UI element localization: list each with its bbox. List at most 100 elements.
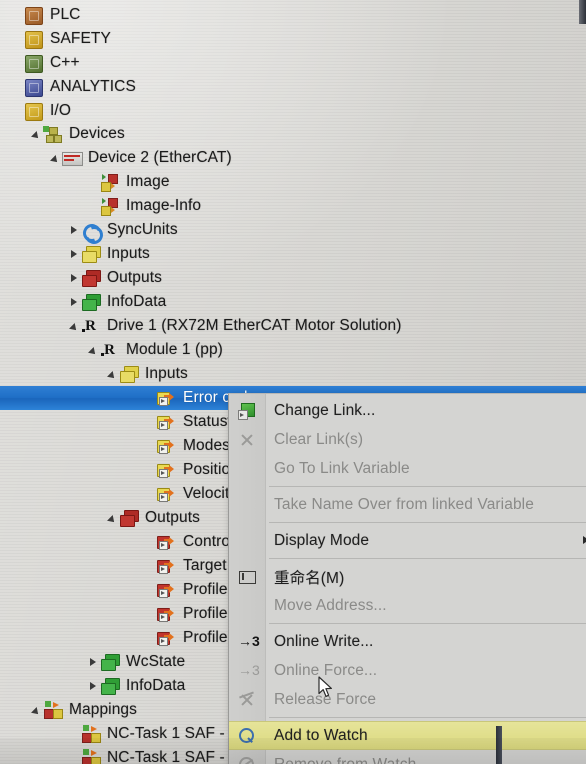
menu-item[interactable]: 重命名(M) <box>229 562 586 591</box>
tree-item[interactable]: I/O <box>0 99 586 123</box>
output-var-icon <box>157 605 176 623</box>
tree-item-label: ANALYTICS <box>50 78 136 95</box>
tree-item-label: Module 1 (pp) <box>126 341 223 358</box>
tree-item[interactable]: Image-Info <box>0 194 586 218</box>
menu-item-label: Online Write... <box>274 632 374 650</box>
menu-separator <box>269 558 586 559</box>
tree-item-label: Device 2 (EtherCAT) <box>88 149 232 166</box>
chevron-down-icon[interactable] <box>67 314 81 338</box>
tree-item[interactable]: C++ <box>0 51 586 75</box>
tree-item-label: Image-Info <box>126 197 202 214</box>
chevron-down-icon[interactable] <box>48 146 62 170</box>
clear-link-icon <box>229 425 265 454</box>
menu-item-label: Clear Link(s) <box>274 430 364 448</box>
monitor-bezel-divider <box>496 726 502 764</box>
inputs-icon <box>81 245 101 263</box>
menu-item-label: Move Address... <box>274 596 387 614</box>
monitor-bezel-top-right <box>579 0 586 24</box>
tree-item[interactable]: Inputs <box>0 242 586 266</box>
chevron-down-icon[interactable] <box>105 506 119 530</box>
image-icon <box>100 197 119 216</box>
menu-separator <box>269 522 586 523</box>
tree-item-label: Inputs <box>107 245 150 262</box>
module-icon: R <box>100 341 119 359</box>
outputs-icon <box>119 509 139 527</box>
device-icon <box>62 149 83 167</box>
menu-item-label: Online Force... <box>274 661 378 679</box>
online-force-icon: →3 <box>238 662 260 678</box>
tree-item-label: Image <box>126 173 170 190</box>
tree-item[interactable]: ANALYTICS <box>0 75 586 99</box>
analytics-icon <box>24 78 43 97</box>
chevron-down-icon[interactable] <box>105 362 119 386</box>
menu-item[interactable]: Add to Watch <box>229 721 586 750</box>
menu-item-label: Display Mode <box>274 531 370 549</box>
menu-icon-empty <box>229 526 265 555</box>
chevron-right-icon[interactable] <box>67 242 81 266</box>
tree-item[interactable]: R Module 1 (pp) <box>0 338 586 362</box>
change-link-icon <box>229 396 265 425</box>
menu-item-label: Release Force <box>274 690 377 708</box>
output-var-icon <box>157 629 176 647</box>
mapping-icon <box>81 725 101 743</box>
chevron-down-icon[interactable] <box>86 338 100 362</box>
tree-item[interactable]: R Drive 1 (RX72M EtherCAT Motor Solution) <box>0 314 586 338</box>
tree-item[interactable]: Image <box>0 170 586 194</box>
rename-icon <box>229 562 265 591</box>
menu-item: →3 Online Force... <box>229 656 586 685</box>
infodata-icon <box>81 293 101 311</box>
tree-item-label: C++ <box>50 54 80 71</box>
mapping-icon <box>81 749 101 764</box>
menu-item-label: 重命名(M) <box>274 569 345 587</box>
tree-item-label: SAFETY <box>50 30 111 47</box>
cpp-icon <box>24 54 43 73</box>
output-var-icon <box>157 533 176 551</box>
tree-item[interactable]: Outputs <box>0 266 586 290</box>
menu-item-label: Go To Link Variable <box>274 459 410 477</box>
tree-item[interactable]: InfoData <box>0 290 586 314</box>
input-var-icon <box>157 389 176 407</box>
chevron-right-icon[interactable] <box>86 674 100 698</box>
tree-item[interactable]: Device 2 (EtherCAT) <box>0 146 586 170</box>
chevron-right-icon[interactable] <box>67 218 81 242</box>
menu-item[interactable]: Display Mode <box>229 526 586 555</box>
release-force-icon <box>229 685 265 714</box>
chevron-down-icon[interactable] <box>29 122 43 146</box>
tree-item-label: WcState <box>126 653 186 670</box>
chevron-down-icon[interactable] <box>29 698 43 722</box>
chevron-right-icon[interactable] <box>67 290 81 314</box>
chevron-right-icon[interactable] <box>67 266 81 290</box>
menu-item: Remove from Watch <box>229 750 586 764</box>
menu-icon-empty <box>229 591 265 620</box>
mappings-icon <box>43 701 63 719</box>
menu-item-label: Add to Watch <box>274 726 368 744</box>
context-menu[interactable]: Change Link... Clear Link(s) Go To Link Va… <box>228 393 586 764</box>
menu-item-label: Take Name Over from linked Variable <box>274 495 534 513</box>
input-var-icon <box>157 485 176 503</box>
menu-icon-empty <box>229 454 265 483</box>
remove-watch-icon <box>229 750 265 764</box>
context-menu-list[interactable]: Change Link... Clear Link(s) Go To Link Va… <box>229 396 586 764</box>
menu-item[interactable]: Change Link... <box>229 396 586 425</box>
menu-item[interactable]: →3 Online Write... <box>229 627 586 656</box>
menu-item-label: Change Link... <box>274 401 376 419</box>
tree-item[interactable]: Inputs <box>0 362 586 386</box>
menu-item: Go To Link Variable <box>229 454 586 483</box>
tree-item[interactable]: SyncUnits <box>0 218 586 242</box>
chevron-right-icon[interactable] <box>86 650 100 674</box>
screen-photo: PLC SAFETY C++ ANALYTICS I/O Devices Device 2 … <box>0 0 586 764</box>
tree-item-label: Outputs <box>145 509 200 526</box>
tree-item[interactable]: PLC <box>0 3 586 27</box>
tree-item[interactable]: SAFETY <box>0 27 586 51</box>
tree-item[interactable]: Devices <box>0 122 586 146</box>
